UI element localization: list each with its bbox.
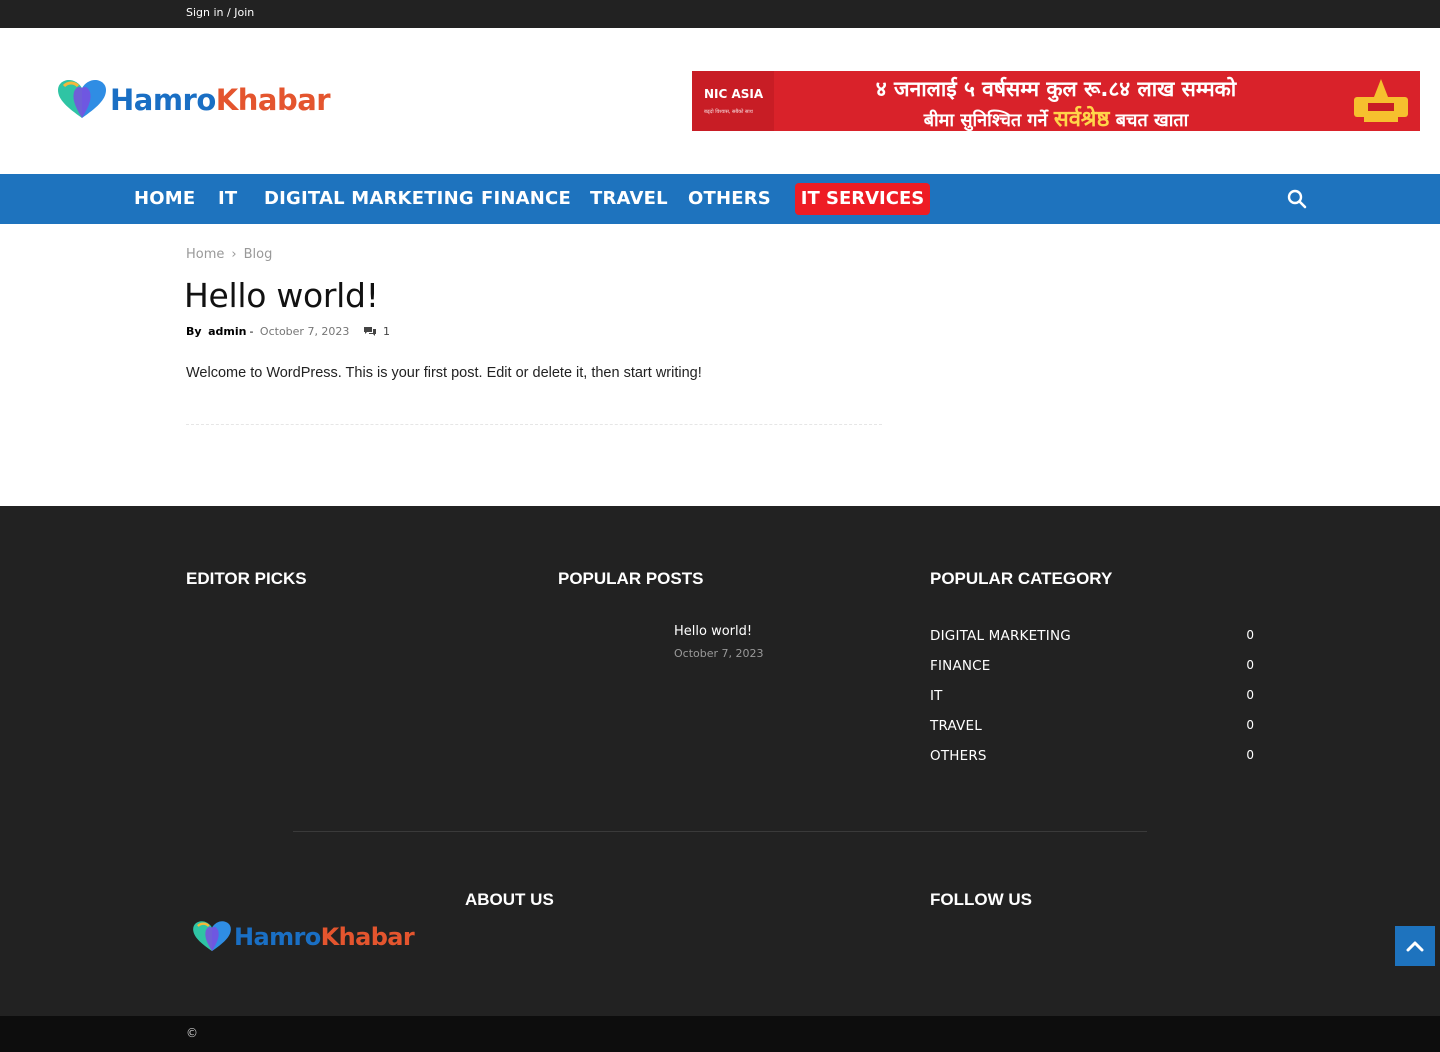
post-date: October 7, 2023 xyxy=(259,325,350,338)
popular-post-date: October 7, 2023 xyxy=(674,647,764,660)
category-name: OTHERS xyxy=(930,748,987,764)
category-item-travel[interactable]: TRAVEL 0 xyxy=(930,716,1254,740)
post-author-link[interactable]: admin xyxy=(208,325,246,338)
footer-logo-text: HamroKhabar xyxy=(234,923,415,951)
back-to-top-button[interactable] xyxy=(1395,926,1435,966)
heart-logo-icon xyxy=(58,80,106,118)
post-divider xyxy=(186,424,882,425)
category-count: 0 xyxy=(1246,628,1254,642)
popular-posts-heading: POPULAR POSTS xyxy=(558,569,704,588)
breadcrumb-blog[interactable]: Blog xyxy=(244,247,273,262)
follow-us-heading: FOLLOW US xyxy=(930,890,1032,909)
post-meta: By admin - October 7, 2023 xyxy=(186,325,349,338)
top-bar: Sign in / Join xyxy=(0,0,1440,28)
sign-in-join-link[interactable]: Sign in / Join xyxy=(186,6,254,19)
meta-dash: - xyxy=(249,325,254,338)
nav-item-travel[interactable]: TRAVEL xyxy=(590,188,668,209)
breadcrumb-home[interactable]: Home xyxy=(186,247,224,262)
category-name: DIGITAL MARKETING xyxy=(930,628,1071,644)
category-count: 0 xyxy=(1246,688,1254,702)
nav-item-digital-marketing[interactable]: DIGITAL MARKETING xyxy=(264,188,474,209)
nav-item-finance[interactable]: FINANCE xyxy=(481,188,571,209)
ad-badge-icon xyxy=(1354,79,1408,122)
ad-subheadline: बीमा सुनिश्चित गर्ने सर्वश्रेष्ठ बचत खात… xyxy=(923,107,1189,131)
category-count: 0 xyxy=(1246,718,1254,732)
category-name: IT xyxy=(930,688,943,704)
editor-picks-heading: EDITOR PICKS xyxy=(186,569,307,588)
heart-logo-icon xyxy=(193,921,231,952)
nav-item-it-services[interactable]: IT SERVICES xyxy=(795,183,930,215)
search-icon[interactable] xyxy=(1285,187,1309,211)
category-item-digital-marketing[interactable]: DIGITAL MARKETING 0 xyxy=(930,626,1254,650)
category-count: 0 xyxy=(1246,658,1254,672)
post-title: Hello world! xyxy=(184,276,379,315)
main-navigation: HOME IT DIGITAL MARKETING FINANCE TRAVEL… xyxy=(0,174,1440,224)
chevron-up-icon xyxy=(1406,941,1424,952)
copyright-text: © xyxy=(186,1026,198,1040)
category-count: 0 xyxy=(1246,748,1254,762)
breadcrumb-separator: › xyxy=(231,247,237,262)
nav-item-others[interactable]: OTHERS xyxy=(688,188,771,209)
comment-icon xyxy=(364,327,376,336)
breadcrumb: Home › Blog xyxy=(186,247,272,262)
category-name: TRAVEL xyxy=(930,718,982,734)
footer-divider xyxy=(293,831,1147,832)
post-comment-count: 1 xyxy=(383,325,390,338)
footer-logo[interactable]: HamroKhabar xyxy=(190,916,416,958)
popular-category-heading: POPULAR CATEGORY xyxy=(930,569,1113,588)
post-by-label: By xyxy=(186,325,202,338)
ad-headline: ४ जनालाई ५ वर्षसम्म कुल रू.८४ लाख सम्मको xyxy=(875,77,1237,101)
site-logo[interactable]: HamroKhabar xyxy=(54,78,334,122)
post-content: Welcome to WordPress. This is your first… xyxy=(186,365,702,381)
post-comments-link[interactable]: 1 xyxy=(363,325,390,338)
logo-text: HamroKhabar xyxy=(110,83,331,117)
category-item-others[interactable]: OTHERS 0 xyxy=(930,746,1254,770)
popular-post-title[interactable]: Hello world! xyxy=(674,624,752,639)
site-footer: EDITOR PICKS POPULAR POSTS POPULAR CATEG… xyxy=(0,506,1440,1016)
advertisement-banner[interactable]: NIC ASIA बढ्दो विश्वास, सबैको साथ ४ जनाल… xyxy=(692,71,1420,131)
category-item-it[interactable]: IT 0 xyxy=(930,686,1254,710)
category-item-finance[interactable]: FINANCE 0 xyxy=(930,656,1254,680)
popular-post-thumbnail[interactable] xyxy=(558,615,658,685)
nav-item-home[interactable]: HOME xyxy=(134,188,195,209)
about-us-heading: ABOUT US xyxy=(465,890,554,909)
nav-item-it[interactable]: IT xyxy=(218,188,237,209)
site-header: HamroKhabar NIC ASIA बढ्दो विश्वास, सबैक… xyxy=(0,28,1440,174)
category-name: FINANCE xyxy=(930,658,991,674)
copyright-bar: © xyxy=(0,1016,1440,1052)
